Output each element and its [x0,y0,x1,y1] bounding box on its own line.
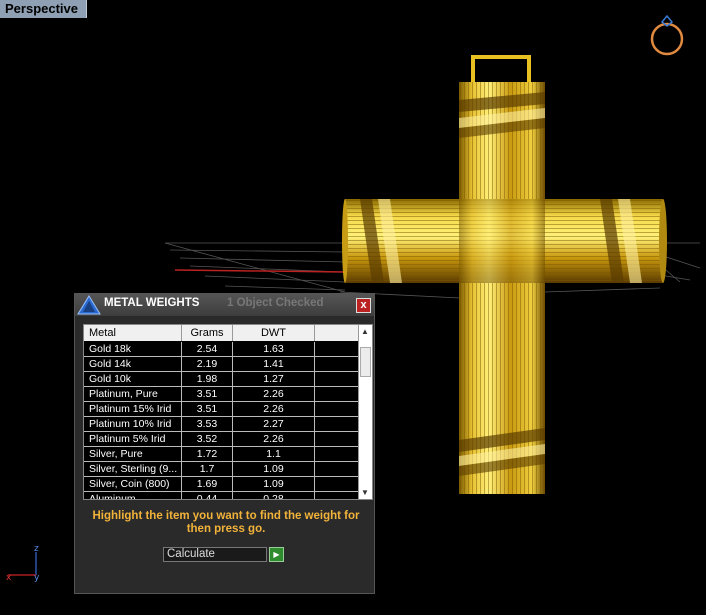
table-row[interactable]: Gold 10k 1.98 1.27 [84,372,358,387]
scroll-down-icon[interactable]: ▼ [361,488,369,497]
scroll-thumb[interactable] [360,347,371,377]
grams-value: 2.19 [182,357,233,371]
dwt-value: 1.27 [233,372,315,386]
app-logo-icon [77,295,101,315]
grams-value: 1.98 [182,372,233,386]
table-row[interactable]: Silver, Sterling (9... 1.7 1.09 [84,462,358,477]
grams-value: 3.53 [182,417,233,431]
metal-name: Silver, Pure [84,447,182,461]
grams-value: 1.69 [182,477,233,491]
axis-x-label: x [6,573,12,582]
panel-titlebar[interactable]: METAL WEIGHTS 1 Object Checked x [75,294,374,316]
metal-name: Silver, Coin (800) [84,477,182,491]
dwt-value: 0.28 [233,492,315,499]
column-header-metal[interactable]: Metal [84,325,182,341]
go-button[interactable]: ▶ [269,547,284,562]
grams-value: 0.44 [182,492,233,499]
dwt-value: 1.09 [233,462,315,476]
table-body: Gold 18k 2.54 1.63 Gold 14k 2.19 1.41 Gold 10k… [84,342,358,499]
dwt-value: 2.26 [233,432,315,446]
grams-value: 1.72 [182,447,233,461]
dwt-value: 1.41 [233,357,315,371]
ring-icon[interactable] [648,8,688,58]
table-row[interactable]: Silver, Coin (800) 1.69 1.09 [84,477,358,492]
instructions-text: Highlight the item you want to find the … [92,510,360,535]
table-row[interactable]: Gold 18k 2.54 1.63 [84,342,358,357]
dwt-value: 2.27 [233,417,315,431]
metal-weights-panel: METAL WEIGHTS 1 Object Checked x Metal G… [74,293,375,594]
axis-y-label: y [34,573,40,582]
cross-horizontal-bar [342,199,667,283]
table-row[interactable]: Platinum 15% Irid 3.51 2.26 [84,402,358,417]
table-row[interactable]: Silver, Pure 1.72 1.1 [84,447,358,462]
metal-name: Silver, Sterling (9... [84,462,182,476]
dwt-value: 2.26 [233,387,315,401]
grams-value: 3.51 [182,402,233,416]
viewport-title[interactable]: Perspective [0,0,87,18]
grams-value: 2.54 [182,342,233,356]
metal-name: Aluminum [84,492,182,499]
action-select[interactable]: Calculate [163,547,267,562]
metal-name: Gold 14k [84,357,182,371]
column-header-dwt[interactable]: DWT [233,325,315,341]
grams-value: 3.52 [182,432,233,446]
table-header: Metal Grams DWT [84,325,358,341]
dwt-value: 1.63 [233,342,315,356]
table-row[interactable]: Aluminum 0.44 0.28 [84,492,358,499]
panel-title: METAL WEIGHTS [104,297,200,309]
panel-status: 1 Object Checked [227,297,324,309]
metal-name: Platinum 5% Irid [84,432,182,446]
axis-z-label: z [34,544,39,554]
grams-value: 1.7 [182,462,233,476]
close-button[interactable]: x [356,298,371,313]
dwt-value: 1.1 [233,447,315,461]
cross-vertical-bar [459,82,545,494]
table-row[interactable]: Platinum, Pure 3.51 2.26 [84,387,358,402]
grams-value: 3.51 [182,387,233,401]
table-row[interactable]: Platinum 10% Irid 3.53 2.27 [84,417,358,432]
metal-name: Gold 18k [84,342,182,356]
scroll-up-icon[interactable]: ▲ [361,327,369,336]
metal-table: Metal Grams DWT Gold 18k 2.54 1.63 Gold 14k… [83,324,373,500]
axis-gizmo: z x y [6,544,40,582]
metal-name: Platinum 10% Irid [84,417,182,431]
metal-name: Platinum, Pure [84,387,182,401]
metal-name: Platinum 15% Irid [84,402,182,416]
table-row[interactable]: Gold 14k 2.19 1.41 [84,357,358,372]
column-header-grams[interactable]: Grams [182,325,233,341]
table-row[interactable]: Platinum 5% Irid 3.52 2.26 [84,432,358,447]
table-scrollbar[interactable]: ▲ ▼ [358,325,372,499]
dwt-value: 1.09 [233,477,315,491]
metal-name: Gold 10k [84,372,182,386]
dwt-value: 2.26 [233,402,315,416]
